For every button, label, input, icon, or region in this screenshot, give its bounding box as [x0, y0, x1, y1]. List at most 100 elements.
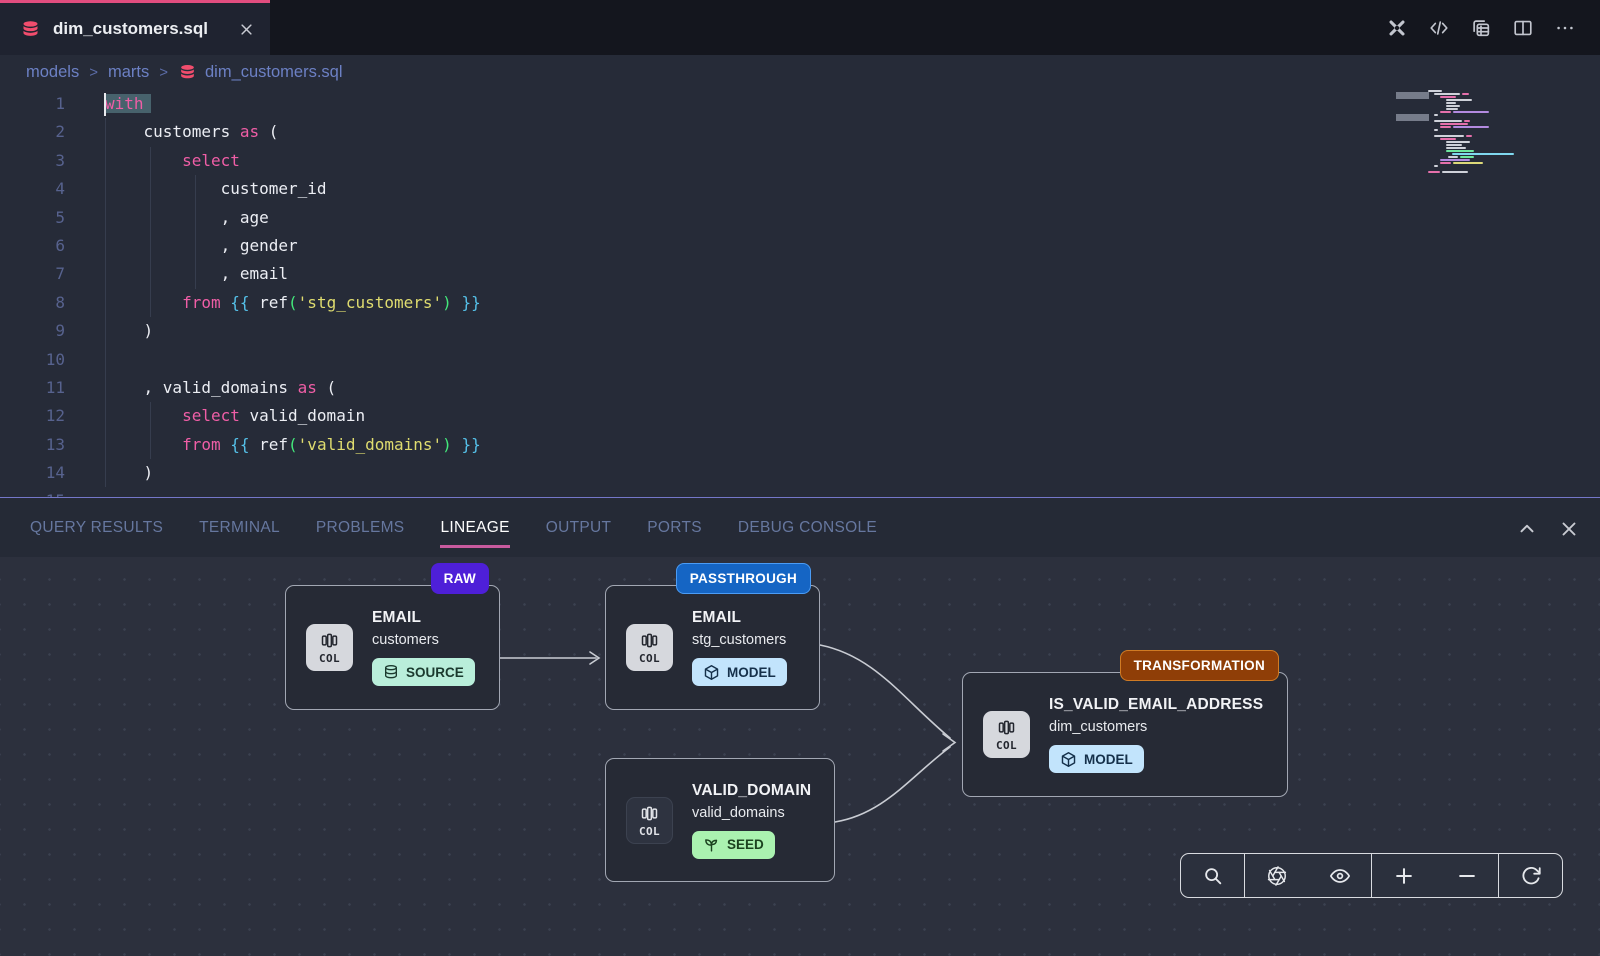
indent-guide	[150, 402, 151, 459]
copy-table-icon[interactable]	[1470, 17, 1492, 39]
code-token: select	[182, 406, 240, 425]
line-number: 11	[0, 374, 65, 402]
breadcrumb-item-marts[interactable]: marts	[108, 63, 149, 82]
code-line: 9 )	[0, 317, 1600, 345]
refresh-button[interactable]	[1499, 854, 1562, 897]
breadcrumb-separator: >	[159, 64, 168, 81]
minimap-selection-mark	[1396, 114, 1429, 121]
code-line: 13 from {{ ref('valid_domains') }}	[0, 431, 1600, 459]
plus-button[interactable]	[1372, 854, 1435, 897]
line-number: 12	[0, 402, 65, 430]
code-token: (	[259, 122, 278, 141]
aperture-button[interactable]	[1245, 854, 1308, 897]
line-number: 6	[0, 232, 65, 260]
tab-dim-customers-sql[interactable]: dim_customers.sql	[0, 0, 270, 55]
code-token	[105, 406, 182, 425]
minimap-code-bar	[1446, 144, 1462, 146]
lineage-canvas[interactable]: RAWCOLEMAILcustomersSOURCEPASSTHROUGHCOL…	[0, 557, 1600, 956]
minimap[interactable]	[1428, 90, 1534, 210]
panel-tab-lineage[interactable]: LINEAGE	[440, 519, 509, 537]
lineage-node-stg_customers[interactable]: PASSTHROUGHCOLEMAILstg_customersMODEL	[605, 585, 820, 710]
toolbar-group	[1498, 854, 1562, 897]
eye-icon	[1329, 865, 1351, 887]
database-icon	[178, 63, 197, 82]
minimap-code-bar	[1434, 120, 1462, 122]
database-icon	[383, 664, 399, 680]
code-lines: 1with2 customers as (3 select 4 customer_…	[0, 90, 1600, 497]
line-number: 3	[0, 147, 65, 175]
code-line: 4 customer_id	[0, 175, 1600, 203]
panel-tab-terminal[interactable]: TERMINAL	[199, 519, 280, 537]
panel-tab-debug-console[interactable]: DEBUG CONSOLE	[738, 519, 877, 537]
lineage-node-dim_customers[interactable]: TRANSFORMATIONCOLIS_VALID_EMAIL_ADDRESSd…	[962, 672, 1288, 797]
minimap-code-bar	[1464, 120, 1470, 122]
minimap-code-bar	[1460, 156, 1474, 158]
dbt-logo-icon[interactable]	[1386, 17, 1408, 39]
panel-tab-problems[interactable]: PROBLEMS	[316, 519, 405, 537]
chevron-up-icon[interactable]	[1516, 518, 1536, 538]
node-tag-raw: RAW	[431, 563, 489, 594]
node-tag-passthrough: PASSTHROUGH	[676, 563, 811, 594]
line-text: customers as (	[65, 118, 278, 146]
node-title: EMAIL	[372, 609, 421, 627]
minimap-code-bar	[1428, 90, 1442, 92]
code-token: )	[105, 463, 153, 482]
line-text	[65, 487, 105, 497]
breadcrumb-item-models[interactable]: models	[26, 63, 79, 82]
line-text: with	[65, 90, 151, 118]
search-button[interactable]	[1181, 854, 1244, 897]
code-token: }}	[461, 435, 480, 454]
panel-tabs: QUERY RESULTS TERMINAL PROBLEMS LINEAGE OUTP…	[30, 519, 877, 537]
panel-actions	[1516, 498, 1578, 558]
node-type-badge-seed: SEED	[692, 831, 775, 859]
code-line: 2 customers as (	[0, 118, 1600, 146]
line-text: from {{ ref('valid_domains') }}	[65, 431, 481, 459]
line-number: 15	[0, 487, 65, 497]
minimap-code-bar	[1442, 171, 1468, 173]
split-editor-icon[interactable]	[1512, 17, 1534, 39]
code-token: , valid_domains	[105, 378, 298, 397]
database-icon	[20, 19, 41, 40]
panel-tab-ports[interactable]: PORTS	[647, 519, 702, 537]
line-number: 10	[0, 346, 65, 374]
minimap-code-bar	[1440, 123, 1468, 125]
breadcrumb-file[interactable]: dim_customers.sql	[178, 63, 343, 82]
code-token: 'valid_domains'	[298, 435, 443, 454]
line-number: 14	[0, 459, 65, 487]
node-tag-transformation: TRANSFORMATION	[1120, 650, 1279, 681]
eye-button[interactable]	[1308, 854, 1371, 897]
minimap-code-bar	[1434, 165, 1438, 167]
node-title: IS_VALID_EMAIL_ADDRESS	[1049, 696, 1263, 714]
indent-guide	[195, 175, 196, 289]
minimap-code-bar	[1446, 150, 1474, 152]
code-icon[interactable]	[1428, 17, 1450, 39]
panel-tab-output[interactable]: OUTPUT	[546, 519, 612, 537]
node-type-badge-model: MODEL	[1049, 745, 1144, 773]
line-text: )	[65, 459, 153, 487]
node-type-label: SOURCE	[406, 665, 464, 680]
code-token: {{	[230, 293, 249, 312]
code-line: 1with	[0, 90, 1600, 118]
indent-guide	[105, 118, 106, 487]
more-icon[interactable]	[1554, 17, 1576, 39]
tab-close-icon[interactable]	[239, 22, 254, 37]
code-editor[interactable]: 1with2 customers as (3 select 4 customer_…	[0, 90, 1600, 497]
panel-tab-query-results[interactable]: QUERY RESULTS	[30, 519, 163, 537]
minus-button[interactable]	[1435, 854, 1498, 897]
minimap-code-bar	[1446, 99, 1472, 101]
code-token: , age	[105, 208, 269, 227]
lineage-node-valid_domains[interactable]: COLVALID_DOMAINvalid_domainsSEED	[605, 758, 835, 882]
column-chip-label: COL	[639, 825, 660, 838]
minimap-code-bar	[1452, 153, 1514, 155]
code-line: 6 , gender	[0, 232, 1600, 260]
lineage-node-customers[interactable]: RAWCOLEMAILcustomersSOURCE	[285, 585, 500, 710]
code-token: from	[182, 293, 221, 312]
toolbar-group	[1181, 854, 1244, 897]
code-token: , gender	[105, 236, 298, 255]
node-type-label: MODEL	[727, 665, 776, 680]
close-icon[interactable]	[1558, 518, 1578, 538]
editor-tab-bar: dim_customers.sql	[0, 0, 1600, 55]
minimap-code-bar	[1440, 96, 1456, 98]
minimap-code-bar	[1446, 108, 1458, 110]
node-type-badge-model: MODEL	[692, 658, 787, 686]
